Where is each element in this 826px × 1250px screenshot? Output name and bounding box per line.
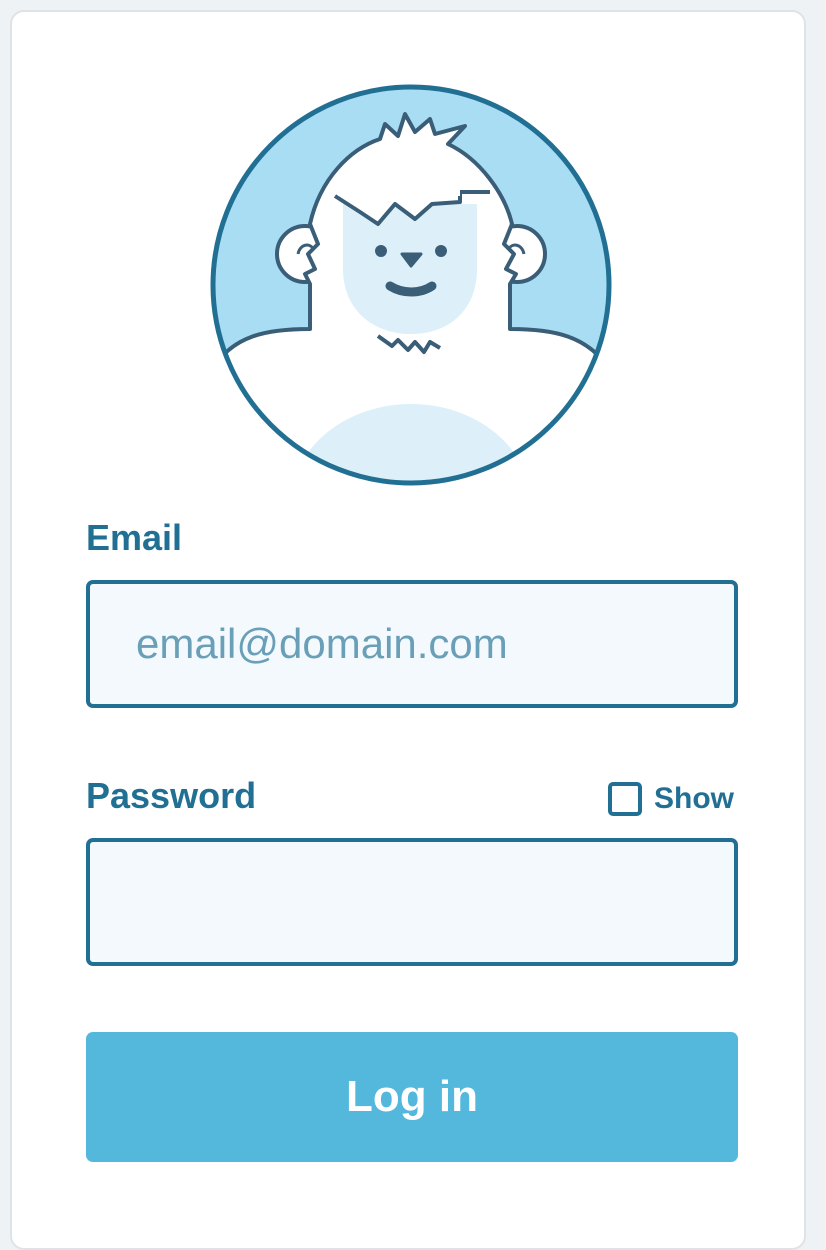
password-label: Password	[86, 775, 257, 816]
yeti-avatar-icon	[210, 84, 612, 486]
email-label: Email	[86, 517, 183, 558]
show-password-toggle[interactable]: Show	[608, 782, 734, 816]
login-card: Email Password Show Log in	[10, 10, 806, 1250]
show-password-checkbox[interactable]	[608, 782, 642, 816]
login-button[interactable]: Log in	[86, 1032, 738, 1162]
password-input[interactable]	[86, 838, 738, 966]
email-input[interactable]	[86, 580, 738, 708]
show-password-label: Show	[654, 782, 734, 815]
